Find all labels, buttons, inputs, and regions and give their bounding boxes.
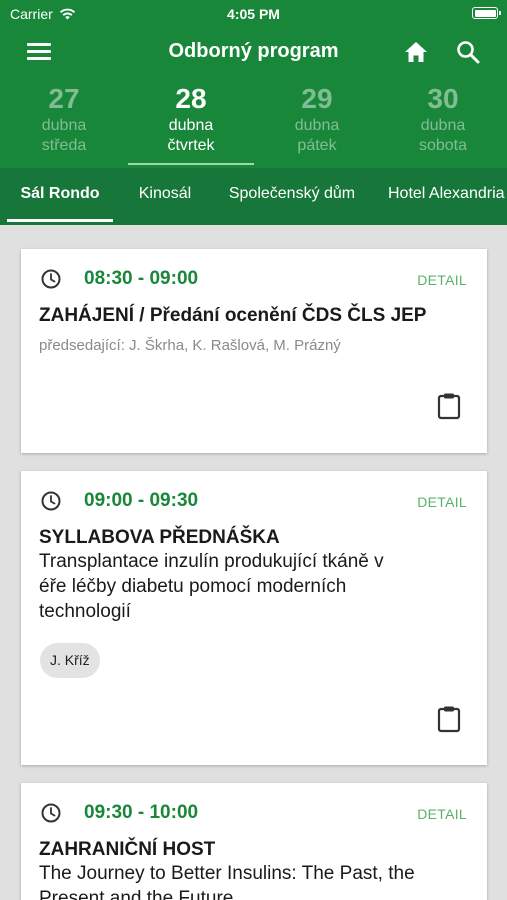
- search-icon[interactable]: [454, 38, 482, 66]
- tab-hotel-alexandria[interactable]: Hotel Alexandria: [382, 168, 507, 225]
- day-tab-28[interactable]: 28 dubna čtvrtek: [128, 78, 254, 168]
- clock-icon: [41, 803, 61, 823]
- day-month: dubna: [420, 117, 466, 134]
- session-card[interactable]: 09:30 - 10:00 DETAIL ZAHRANIČNÍ HOST The…: [21, 783, 487, 900]
- session-chairs: předsedající: J. Škrha, K. Rašlová, M. P…: [39, 337, 341, 354]
- day-number: 29: [301, 83, 333, 114]
- session-time: 09:00 - 09:30: [84, 490, 199, 511]
- day-selector: 27 dubna středa 28 dubna čtvrtek 29 dubn…: [0, 78, 507, 168]
- app-header: Carrier 4:05 PM Odborný program 27 dubna…: [0, 0, 507, 225]
- active-tab-indicator: [7, 219, 113, 222]
- battery-icon: [472, 7, 501, 19]
- day-weekday: sobota: [418, 137, 468, 154]
- active-day-indicator: [128, 163, 254, 165]
- session-subtitle-line: technologií: [39, 601, 131, 622]
- tab-kinosal[interactable]: Kinosál: [123, 168, 207, 225]
- day-tab-30[interactable]: 30 dubna sobota: [380, 78, 506, 168]
- day-number: 30: [427, 83, 459, 114]
- day-weekday: středa: [41, 137, 87, 154]
- day-number: 28: [175, 83, 207, 114]
- app-bar: Odborný program: [0, 28, 507, 76]
- detail-button[interactable]: DETAIL: [417, 272, 467, 288]
- day-weekday: pátek: [297, 137, 337, 154]
- day-month: dubna: [168, 117, 214, 134]
- session-title: SYLLABOVA PŘEDNÁŠKA: [39, 527, 280, 548]
- home-icon[interactable]: [402, 38, 430, 66]
- day-month: dubna: [294, 117, 340, 134]
- session-card[interactable]: 09:00 - 09:30 DETAIL SYLLABOVA PŘEDNÁŠKA…: [21, 471, 487, 765]
- day-number: 27: [48, 83, 80, 114]
- session-subtitle-line: éře léčby diabetu pomocí moderních: [39, 576, 347, 597]
- clipboard-icon[interactable]: [437, 705, 461, 733]
- venue-tabs: Sál Rondo Kinosál Společenský dům Hotel …: [0, 168, 507, 225]
- day-tab-27[interactable]: 27 dubna středa: [1, 78, 127, 168]
- clipboard-icon[interactable]: [437, 392, 461, 420]
- status-time: 4:05 PM: [227, 6, 280, 22]
- session-card[interactable]: 08:30 - 09:00 DETAIL ZAHÁJENÍ / Předání …: [21, 249, 487, 453]
- day-month: dubna: [41, 117, 87, 134]
- detail-button[interactable]: DETAIL: [417, 494, 467, 510]
- day-tab-29[interactable]: 29 dubna pátek: [254, 78, 380, 168]
- speaker-chip[interactable]: J. Kříž: [40, 643, 100, 678]
- tab-sal-rondo[interactable]: Sál Rondo: [7, 168, 113, 225]
- session-subtitle-line: Transplantace inzulín produkující tkáně …: [39, 551, 384, 572]
- detail-button[interactable]: DETAIL: [417, 806, 467, 822]
- day-weekday: čtvrtek: [167, 137, 215, 154]
- session-title: ZAHÁJENÍ / Předání ocenění ČDS ČLS JEP: [39, 305, 427, 326]
- session-time: 09:30 - 10:00: [84, 802, 199, 823]
- clock-icon: [41, 269, 61, 289]
- session-subtitle-line: Present and the Future: [39, 888, 234, 900]
- session-time: 08:30 - 09:00: [84, 268, 199, 289]
- session-subtitle-line: The Journey to Better Insulins: The Past…: [39, 863, 415, 884]
- status-bar: Carrier 4:05 PM: [0, 0, 507, 28]
- page-title: Odborný program: [168, 40, 339, 62]
- clock-icon: [41, 491, 61, 511]
- tab-spolecensky-dum[interactable]: Společenský dům: [214, 168, 370, 225]
- session-title: ZAHRANIČNÍ HOST: [39, 839, 216, 860]
